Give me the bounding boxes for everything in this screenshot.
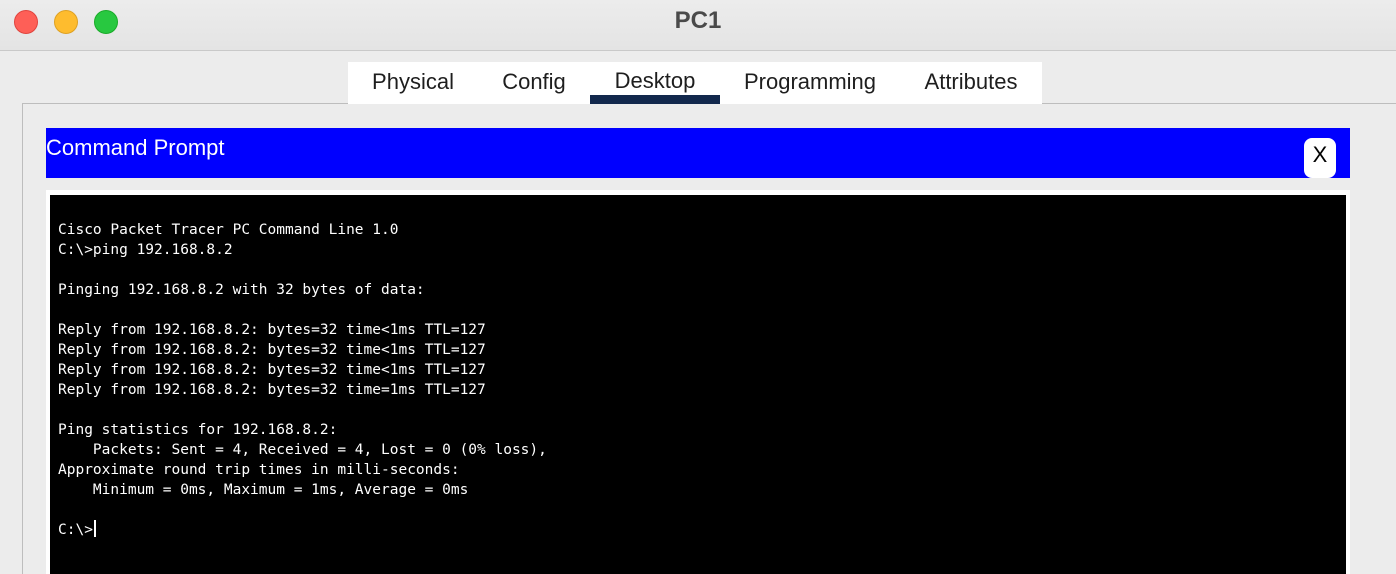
terminal-prompt: C:\>	[58, 522, 93, 538]
terminal-line: Ping statistics for 192.168.8.2:	[58, 422, 338, 438]
window-titlebar: PC1	[0, 0, 1396, 51]
close-app-button[interactable]: X	[1304, 138, 1336, 178]
terminal-line: C:\>ping 192.168.8.2	[58, 242, 233, 258]
tab-physical[interactable]: Physical	[348, 62, 478, 104]
terminal-line: Cisco Packet Tracer PC Command Line 1.0	[58, 222, 399, 238]
terminal-lines: Cisco Packet Tracer PC Command Line 1.0 …	[58, 222, 547, 498]
terminal-window[interactable]: Cisco Packet Tracer PC Command Line 1.0 …	[50, 195, 1346, 574]
text-cursor	[93, 520, 96, 537]
tab-programming[interactable]: Programming	[720, 62, 900, 104]
tab-attributes[interactable]: Attributes	[900, 62, 1042, 104]
terminal-line: Reply from 192.168.8.2: bytes=32 time<1m…	[58, 342, 486, 358]
terminal-line: Reply from 192.168.8.2: bytes=32 time=1m…	[58, 382, 486, 398]
tab-desktop[interactable]: Desktop	[590, 62, 720, 104]
tab-config[interactable]: Config	[478, 62, 590, 104]
tab-bar: Physical Config Desktop Programming Attr…	[348, 62, 1042, 104]
terminal-line: Packets: Sent = 4, Received = 4, Lost = …	[92, 442, 547, 458]
app-title: Command Prompt	[46, 135, 225, 160]
terminal-output[interactable]: Cisco Packet Tracer PC Command Line 1.0 …	[58, 220, 547, 540]
terminal-line: Reply from 192.168.8.2: bytes=32 time<1m…	[58, 322, 486, 338]
window-title: PC1	[674, 7, 722, 34]
command-prompt-header: Command Prompt X	[46, 128, 1350, 178]
terminal-line: Reply from 192.168.8.2: bytes=32 time<1m…	[58, 362, 486, 378]
terminal-line: Pinging 192.168.8.2 with 32 bytes of dat…	[58, 282, 425, 298]
terminal-line: Minimum = 0ms, Maximum = 1ms, Average = …	[92, 482, 469, 498]
terminal-line: Approximate round trip times in milli-se…	[58, 462, 460, 478]
